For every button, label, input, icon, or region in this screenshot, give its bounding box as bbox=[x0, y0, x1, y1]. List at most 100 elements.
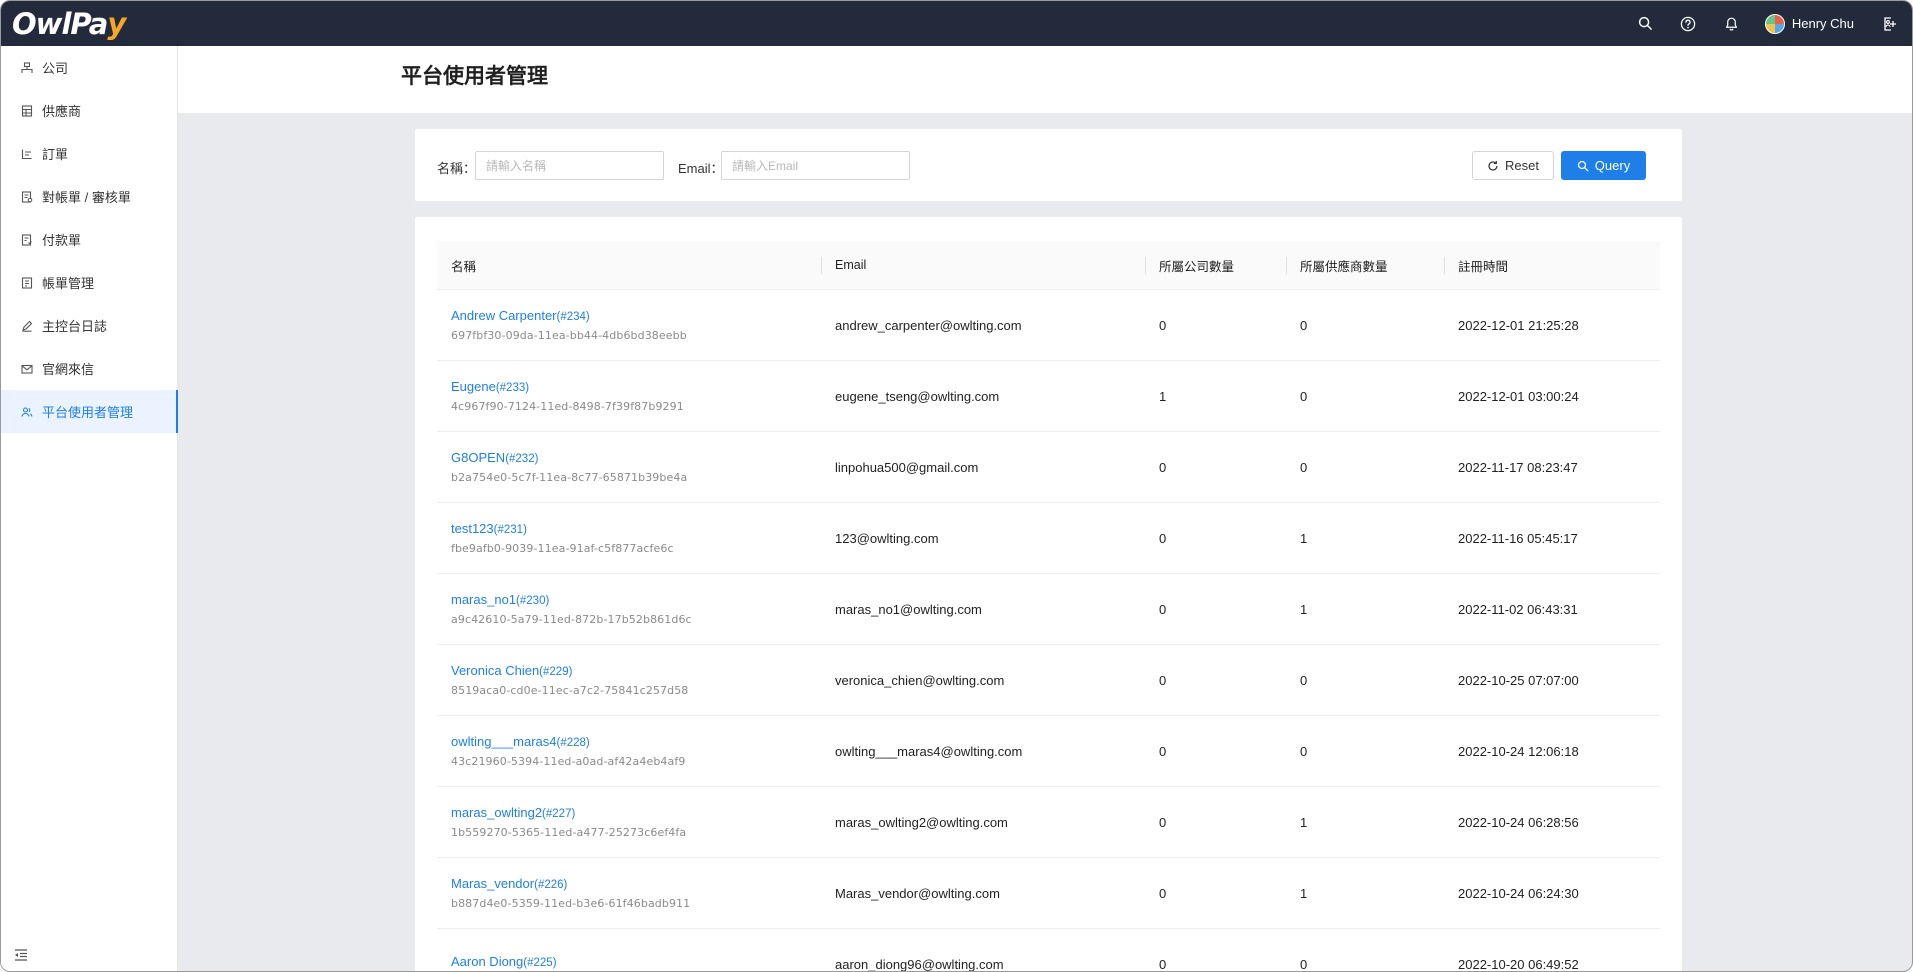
email-filter-label: Email： bbox=[678, 161, 724, 176]
sidebar-item-label: 平台使用者管理 bbox=[42, 405, 134, 420]
help-icon[interactable] bbox=[1667, 1, 1710, 46]
sidebar-item-statement[interactable]: 對帳單 / 審核單 bbox=[1, 175, 177, 218]
table-row: Maras_vendor(#226) b887d4e0-5359-11ed-b3e… bbox=[437, 858, 1660, 929]
vendor-count-cell: 0 bbox=[1300, 317, 1308, 333]
vendor-count-cell: 1 bbox=[1300, 530, 1308, 546]
table-row: G8OPEN(#232) b2a754e0-5c7f-11ea-8c77-6587… bbox=[437, 432, 1660, 503]
logo-text: OwlPa bbox=[12, 6, 108, 41]
sidebar-item-order[interactable]: 訂單 bbox=[1, 132, 177, 175]
users-icon bbox=[20, 405, 34, 419]
search-icon bbox=[1577, 160, 1589, 172]
user-name-link[interactable]: maras_no1(#230) bbox=[451, 592, 821, 607]
table-row: maras_no1(#230) a9c42610-5a79-11ed-872b-1… bbox=[437, 574, 1660, 645]
bill-icon bbox=[20, 276, 34, 290]
name-cell: G8OPEN(#232) b2a754e0-5c7f-11ea-8c77-6587… bbox=[437, 450, 821, 484]
query-button[interactable]: Query bbox=[1561, 151, 1646, 180]
vendor-count-cell: 0 bbox=[1300, 956, 1308, 972]
sidebar-item-vendor[interactable]: 供應商 bbox=[1, 89, 177, 132]
sidebar-item-label: 公司 bbox=[42, 61, 69, 76]
company-count-cell: 1 bbox=[1159, 388, 1167, 404]
registered-at-cell: 2022-12-01 03:00:24 bbox=[1458, 388, 1579, 404]
table-row: test123(#231) fbe9afb0-9039-11ea-91af-c5f… bbox=[437, 503, 1660, 574]
reset-button[interactable]: Reset bbox=[1472, 151, 1554, 180]
user-name-link[interactable]: maras_owlting2(#227) bbox=[451, 805, 821, 820]
vendor-count-cell: 1 bbox=[1300, 885, 1308, 901]
sidebar-item-website-mail[interactable]: 官網來信 bbox=[1, 347, 177, 390]
user-name: Aaron Diong bbox=[451, 953, 524, 969]
app-window: OwlPa y Henry Chu 公司 供應商 訂單 對帳單 / 審核單 付款… bbox=[0, 0, 1913, 972]
top-bar: OwlPa y Henry Chu bbox=[1, 1, 1912, 46]
user-uuid: 4c967f90-7124-11ed-8498-7f39f87b9291 bbox=[451, 400, 684, 413]
table-row: Andrew Carpenter(#234) 697fbf30-09da-11ea… bbox=[437, 290, 1660, 361]
user-uuid: 8519aca0-cd0e-11ec-a7c2-75841c257d58 bbox=[451, 684, 689, 697]
registered-at-cell: 2022-10-24 12:06:18 bbox=[1458, 743, 1579, 759]
logout-icon[interactable] bbox=[1870, 1, 1910, 46]
sidebar-item-label: 對帳單 / 審核單 bbox=[42, 190, 131, 205]
page-header: 平台使用者管理 bbox=[178, 46, 1912, 113]
log-icon bbox=[20, 319, 34, 333]
collapse-menu-icon[interactable] bbox=[13, 947, 29, 963]
mail-icon bbox=[20, 362, 34, 376]
registered-at-cell: 2022-11-17 08:23:47 bbox=[1458, 459, 1578, 475]
sidebar-item-company[interactable]: 公司 bbox=[1, 46, 177, 89]
column-header-email: Email bbox=[821, 241, 1145, 290]
sidebar-item-payment[interactable]: 付款單 bbox=[1, 218, 177, 261]
sidebar-item-console-log[interactable]: 主控台日誌 bbox=[1, 304, 177, 347]
company-count-cell: 0 bbox=[1159, 601, 1167, 617]
email-cell: eugene_tseng@owlting.com bbox=[835, 388, 1000, 404]
user-name-link[interactable]: Veronica Chien(#229) bbox=[451, 663, 821, 678]
reset-label: Reset bbox=[1505, 158, 1539, 173]
user-id: (#225) bbox=[523, 956, 557, 969]
user-name: maras_owlting2 bbox=[451, 805, 543, 820]
company-count-cell: 0 bbox=[1159, 672, 1167, 688]
logo-accent: y bbox=[107, 6, 126, 41]
user-name-link[interactable]: G8OPEN(#232) bbox=[451, 450, 821, 465]
sidebar-item-bills[interactable]: 帳單管理 bbox=[1, 261, 177, 304]
user-name-link[interactable]: Aaron Diong(#225) bbox=[451, 954, 821, 969]
table-header: 名稱 Email 所屬公司數量 所屬供應商數量 註冊時間 bbox=[437, 241, 1660, 290]
user-name: Eugene bbox=[451, 379, 496, 394]
bell-icon[interactable] bbox=[1710, 1, 1753, 46]
filter-panel: 名稱： Email： Reset Query bbox=[415, 129, 1682, 201]
user-name-link[interactable]: Maras_vendor(#226) bbox=[451, 876, 821, 891]
column-header-vendor-count: 所屬供應商數量 bbox=[1286, 241, 1444, 290]
company-count-cell: 0 bbox=[1159, 459, 1167, 475]
name-cell: owlting___maras4(#228) 43c21960-5394-11ed… bbox=[437, 734, 821, 768]
name-filter-input[interactable] bbox=[475, 151, 664, 180]
email-cell: linpohua500@gmail.com bbox=[835, 459, 979, 475]
avatar bbox=[1764, 13, 1785, 34]
registered-at-cell: 2022-12-01 21:25:28 bbox=[1458, 317, 1579, 333]
user-name-link[interactable]: test123(#231) bbox=[451, 521, 821, 536]
user-name: G8OPEN bbox=[451, 450, 506, 465]
order-icon bbox=[20, 147, 34, 161]
user-name-link[interactable]: owlting___maras4(#228) bbox=[451, 734, 821, 749]
table-row: Aaron Diong(#225) aaron_diong96@owlting.c… bbox=[437, 929, 1660, 972]
email-filter-input[interactable] bbox=[721, 151, 910, 180]
column-header-company-count: 所屬公司數量 bbox=[1145, 241, 1286, 290]
name-cell: Veronica Chien(#229) 8519aca0-cd0e-11ec-a… bbox=[437, 663, 821, 697]
user-uuid: 1b559270-5365-11ed-a477-25273c6ef4fa bbox=[451, 826, 687, 839]
user-id: (#233) bbox=[495, 382, 530, 394]
user-id: (#234) bbox=[556, 311, 590, 323]
name-cell: test123(#231) fbe9afb0-9039-11ea-91af-c5f… bbox=[437, 521, 821, 555]
sidebar-item-platform-users[interactable]: 平台使用者管理 bbox=[1, 390, 178, 433]
search-icon[interactable] bbox=[1624, 1, 1667, 46]
name-cell: maras_no1(#230) a9c42610-5a79-11ed-872b-1… bbox=[437, 592, 821, 626]
email-cell: owlting___maras4@owlting.com bbox=[835, 743, 1023, 759]
user-name-link[interactable]: Eugene(#233) bbox=[451, 379, 821, 394]
vendor-count-cell: 1 bbox=[1300, 601, 1308, 617]
app-logo[interactable]: OwlPa y bbox=[12, 6, 126, 41]
vendor-icon bbox=[20, 104, 34, 118]
user-name: Henry Chu bbox=[1791, 16, 1854, 31]
vendor-count-cell: 0 bbox=[1300, 672, 1308, 688]
user-name: owlting___maras4 bbox=[451, 734, 557, 749]
user-uuid: fbe9afb0-9039-11ea-91af-c5f877acfe6c bbox=[451, 542, 674, 555]
user-menu[interactable]: Henry Chu bbox=[1764, 13, 1854, 34]
email-cell: 123@owlting.com bbox=[835, 530, 939, 546]
sidebar-item-label: 付款單 bbox=[42, 233, 82, 248]
sidebar-item-label: 官網來信 bbox=[42, 362, 95, 377]
user-name-link[interactable]: Andrew Carpenter(#234) bbox=[451, 308, 821, 323]
company-icon bbox=[20, 61, 34, 75]
name-cell: maras_owlting2(#227) 1b559270-5365-11ed-a… bbox=[437, 805, 821, 839]
user-name: Andrew Carpenter bbox=[451, 308, 557, 323]
